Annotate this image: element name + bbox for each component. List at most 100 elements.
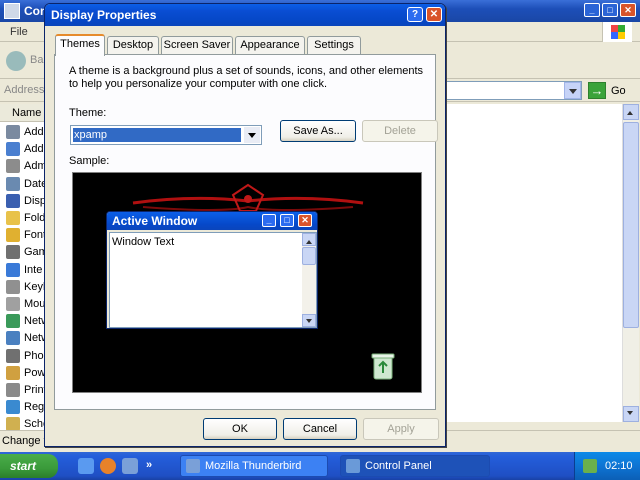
tab-screen-saver[interactable]: Screen Saver [161, 36, 233, 55]
list-item[interactable]: Phon [4, 348, 48, 365]
display-properties-dialog: Display Properties ? ✕ Themes Desktop Sc… [44, 3, 446, 447]
list-item[interactable]: Regi [4, 399, 48, 416]
content-area [446, 104, 622, 422]
administrative-tools-icon [6, 159, 20, 174]
task-button-thunderbird[interactable]: Mozilla Thunderbird [180, 455, 328, 477]
list-item-label: Add [24, 143, 44, 156]
menu-file[interactable]: File [10, 26, 28, 38]
start-button[interactable]: start [0, 454, 58, 478]
keyboard-icon [6, 279, 20, 294]
mouse-icon [6, 297, 20, 311]
theme-preview: Active Window _ □ ✕ Window Text [72, 172, 422, 393]
window-text-sample: Window Text [112, 236, 175, 248]
list-item[interactable]: Adm [4, 158, 48, 175]
control-panel-icon [346, 459, 360, 473]
tab-settings[interactable]: Settings [307, 36, 361, 55]
back-arrow-icon[interactable] [6, 51, 26, 71]
apply-button[interactable]: Apply [363, 418, 439, 440]
dialog-close-button[interactable]: ✕ [426, 7, 442, 22]
dialog-title: Display Properties [51, 8, 157, 22]
go-arrow-icon[interactable]: → [588, 82, 606, 99]
status-text: Change t [2, 435, 47, 447]
firefox-icon[interactable] [100, 458, 116, 474]
taskbar: start » Mozilla Thunderbird Control Pane… [0, 452, 640, 480]
cancel-button[interactable]: Cancel [283, 418, 357, 440]
active-window-title: Active Window [112, 214, 198, 228]
scroll-up-button[interactable] [623, 104, 639, 120]
chevron-down-icon[interactable] [244, 127, 260, 143]
help-button[interactable]: ? [407, 7, 423, 22]
tray-network-icon[interactable] [583, 459, 597, 473]
theme-select[interactable]: xpamp [70, 125, 262, 145]
tab-desktop[interactable]: Desktop [107, 36, 159, 55]
folder-options-icon [6, 211, 20, 225]
preview-maximize-icon: □ [280, 214, 294, 227]
list-item[interactable]: Font [4, 227, 48, 244]
minimize-button[interactable]: _ [584, 3, 600, 17]
theme-select-value: xpamp [72, 127, 242, 143]
list-item[interactable]: Keyb [4, 279, 48, 296]
dialog-titlebar[interactable]: Display Properties ? ✕ [45, 4, 445, 26]
control-panel-list: Name Add Add Adm Date Disp Fold Font Gam Inte Key… [0, 104, 48, 432]
list-item[interactable]: Date [4, 176, 48, 193]
preview-scrollbar [302, 233, 316, 327]
vertical-scrollbar[interactable] [622, 104, 639, 422]
recycle-bin-icon [371, 353, 395, 380]
go-button-label[interactable]: Go [611, 85, 626, 97]
list-item[interactable]: Mou [4, 296, 48, 313]
active-window-body: Window Text [109, 232, 317, 328]
power-options-icon [6, 365, 20, 380]
scroll-thumb[interactable] [623, 122, 639, 328]
quick-launch-more-button[interactable]: » [146, 459, 162, 475]
back-button-label[interactable]: Ba [30, 54, 43, 66]
maximize-button[interactable]: □ [602, 3, 618, 17]
close-button[interactable]: ✕ [620, 3, 636, 17]
themes-panel: A theme is a background plus a set of so… [54, 54, 438, 410]
control-panel-icon [4, 3, 20, 19]
network-setup-icon [6, 314, 20, 329]
list-item[interactable]: Print [4, 382, 48, 399]
theme-label: Theme: [69, 107, 107, 119]
active-window-preview: Active Window _ □ ✕ Window Text [106, 211, 318, 329]
list-item[interactable]: Gam [4, 244, 48, 261]
game-controllers-icon [6, 245, 20, 260]
sample-label: Sample: [69, 155, 110, 167]
list-item[interactable]: Fold [4, 210, 48, 227]
task-button-control-panel[interactable]: Control Panel [340, 455, 490, 477]
add-hardware-icon [6, 125, 20, 139]
list-item[interactable]: Netw [4, 330, 48, 347]
list-item-label: Font [24, 229, 47, 242]
list-item[interactable]: Netw [4, 313, 48, 330]
add-remove-programs-icon [6, 142, 20, 157]
column-header-name[interactable]: Name [0, 104, 48, 122]
list-item-label: Disp [24, 194, 47, 207]
internet-options-icon [6, 262, 20, 277]
list-item-label: Mou [24, 298, 46, 310]
windows-logo [602, 22, 632, 42]
list-item[interactable]: Add [4, 141, 48, 158]
printers-faxes-icon [6, 383, 20, 397]
list-item[interactable]: Pow [4, 365, 48, 382]
internet-explorer-icon[interactable] [78, 458, 94, 474]
address-dropdown-button[interactable] [564, 82, 581, 99]
list-item[interactable]: Disp [4, 193, 48, 210]
delete-button[interactable]: Delete [362, 120, 438, 142]
network-connections-icon [6, 331, 20, 346]
list-item[interactable]: Add [4, 124, 48, 141]
tab-appearance[interactable]: Appearance [235, 36, 305, 55]
fonts-icon [6, 228, 20, 243]
system-tray: 02:10 [574, 452, 640, 480]
preview-close-icon: ✕ [298, 214, 312, 227]
email-client-icon[interactable] [122, 458, 138, 474]
clock[interactable]: 02:10 [605, 460, 633, 472]
scroll-down-button[interactable] [623, 406, 639, 422]
save-as-button[interactable]: Save As... [280, 120, 356, 142]
list-item-label: Add [24, 126, 44, 138]
tab-themes[interactable]: Themes [55, 34, 105, 56]
regional-options-icon [6, 400, 20, 415]
list-item[interactable]: Inte [4, 262, 48, 279]
address-input[interactable] [446, 81, 582, 100]
list-item-label: Inte [24, 263, 43, 276]
preview-minimize-icon: _ [262, 214, 276, 227]
ok-button[interactable]: OK [203, 418, 277, 440]
